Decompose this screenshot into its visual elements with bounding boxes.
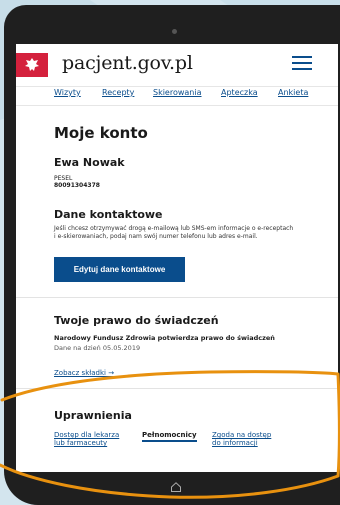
contact-description-line2: i e-skierowaniach, podaj nam swój numer …: [54, 233, 258, 240]
doctor-access-link-line1: Dostęp dla lekarza: [54, 431, 120, 439]
doctor-access-link[interactable]: Dostęp dla lekarza lub farmaceuty: [54, 431, 119, 447]
nav-item-recepty[interactable]: Recepty: [102, 88, 134, 97]
nav-item-wizyty[interactable]: Wizyty: [54, 88, 81, 97]
tablet-camera: [172, 29, 177, 34]
site-brand[interactable]: pacjent.gov.pl: [62, 52, 193, 74]
contact-title: Dane kontaktowe: [54, 208, 163, 221]
info-consent-link-line2: do informacji: [212, 439, 258, 447]
benefits-status: Narodowy Fundusz Zdrowia potwierdza praw…: [54, 334, 275, 342]
user-name: Ewa Nowak: [54, 156, 125, 169]
menu-line-icon: [292, 68, 312, 70]
screen: pacjent.gov.pl Wizyty Recepty Skierowani…: [16, 44, 338, 472]
contact-description-line1: Jeśli chcesz otrzymywać drogą e-mailową …: [54, 225, 294, 232]
pesel-label: PESEL: [54, 175, 73, 182]
view-contributions-link[interactable]: Zobacz składki →: [54, 369, 114, 377]
doctor-access-link-line2: lub farmaceuty: [54, 439, 108, 447]
info-consent-link-line1: Zgoda na dostęp: [212, 431, 272, 439]
nav-item-apteczka[interactable]: Apteczka: [221, 88, 258, 97]
menu-line-icon: [292, 56, 312, 58]
pesel-value: 80091304378: [54, 182, 100, 189]
polish-eagle-logo[interactable]: [16, 53, 48, 77]
eagle-icon: [25, 58, 39, 71]
nav-item-skierowania[interactable]: Skierowania: [153, 88, 202, 97]
section-divider: [16, 388, 338, 389]
tab-pelnomocnicy[interactable]: Pełnomocnicy: [142, 431, 197, 442]
main-nav: Wizyty Recepty Skierowania Apteczka Anki…: [16, 87, 338, 106]
home-icon[interactable]: [170, 481, 182, 493]
menu-line-icon: [292, 62, 312, 64]
info-consent-link[interactable]: Zgoda na dostęp do informacji: [212, 431, 271, 447]
edit-contact-button[interactable]: Edytuj dane kontaktowe: [54, 257, 185, 282]
benefits-title: Twoje prawo do świadczeń: [54, 314, 219, 327]
page-title: Moje konto: [54, 124, 148, 142]
benefits-date: Dane na dzień 05.05.2019: [54, 344, 141, 352]
section-divider: [16, 297, 338, 298]
benefits-link-wrap: Zobacz składki →: [54, 360, 328, 379]
site-header: pacjent.gov.pl: [16, 44, 338, 87]
nav-item-ankieta[interactable]: Ankieta: [278, 88, 308, 97]
permissions-title: Uprawnienia: [54, 409, 132, 422]
hamburger-menu-button[interactable]: [292, 55, 312, 71]
